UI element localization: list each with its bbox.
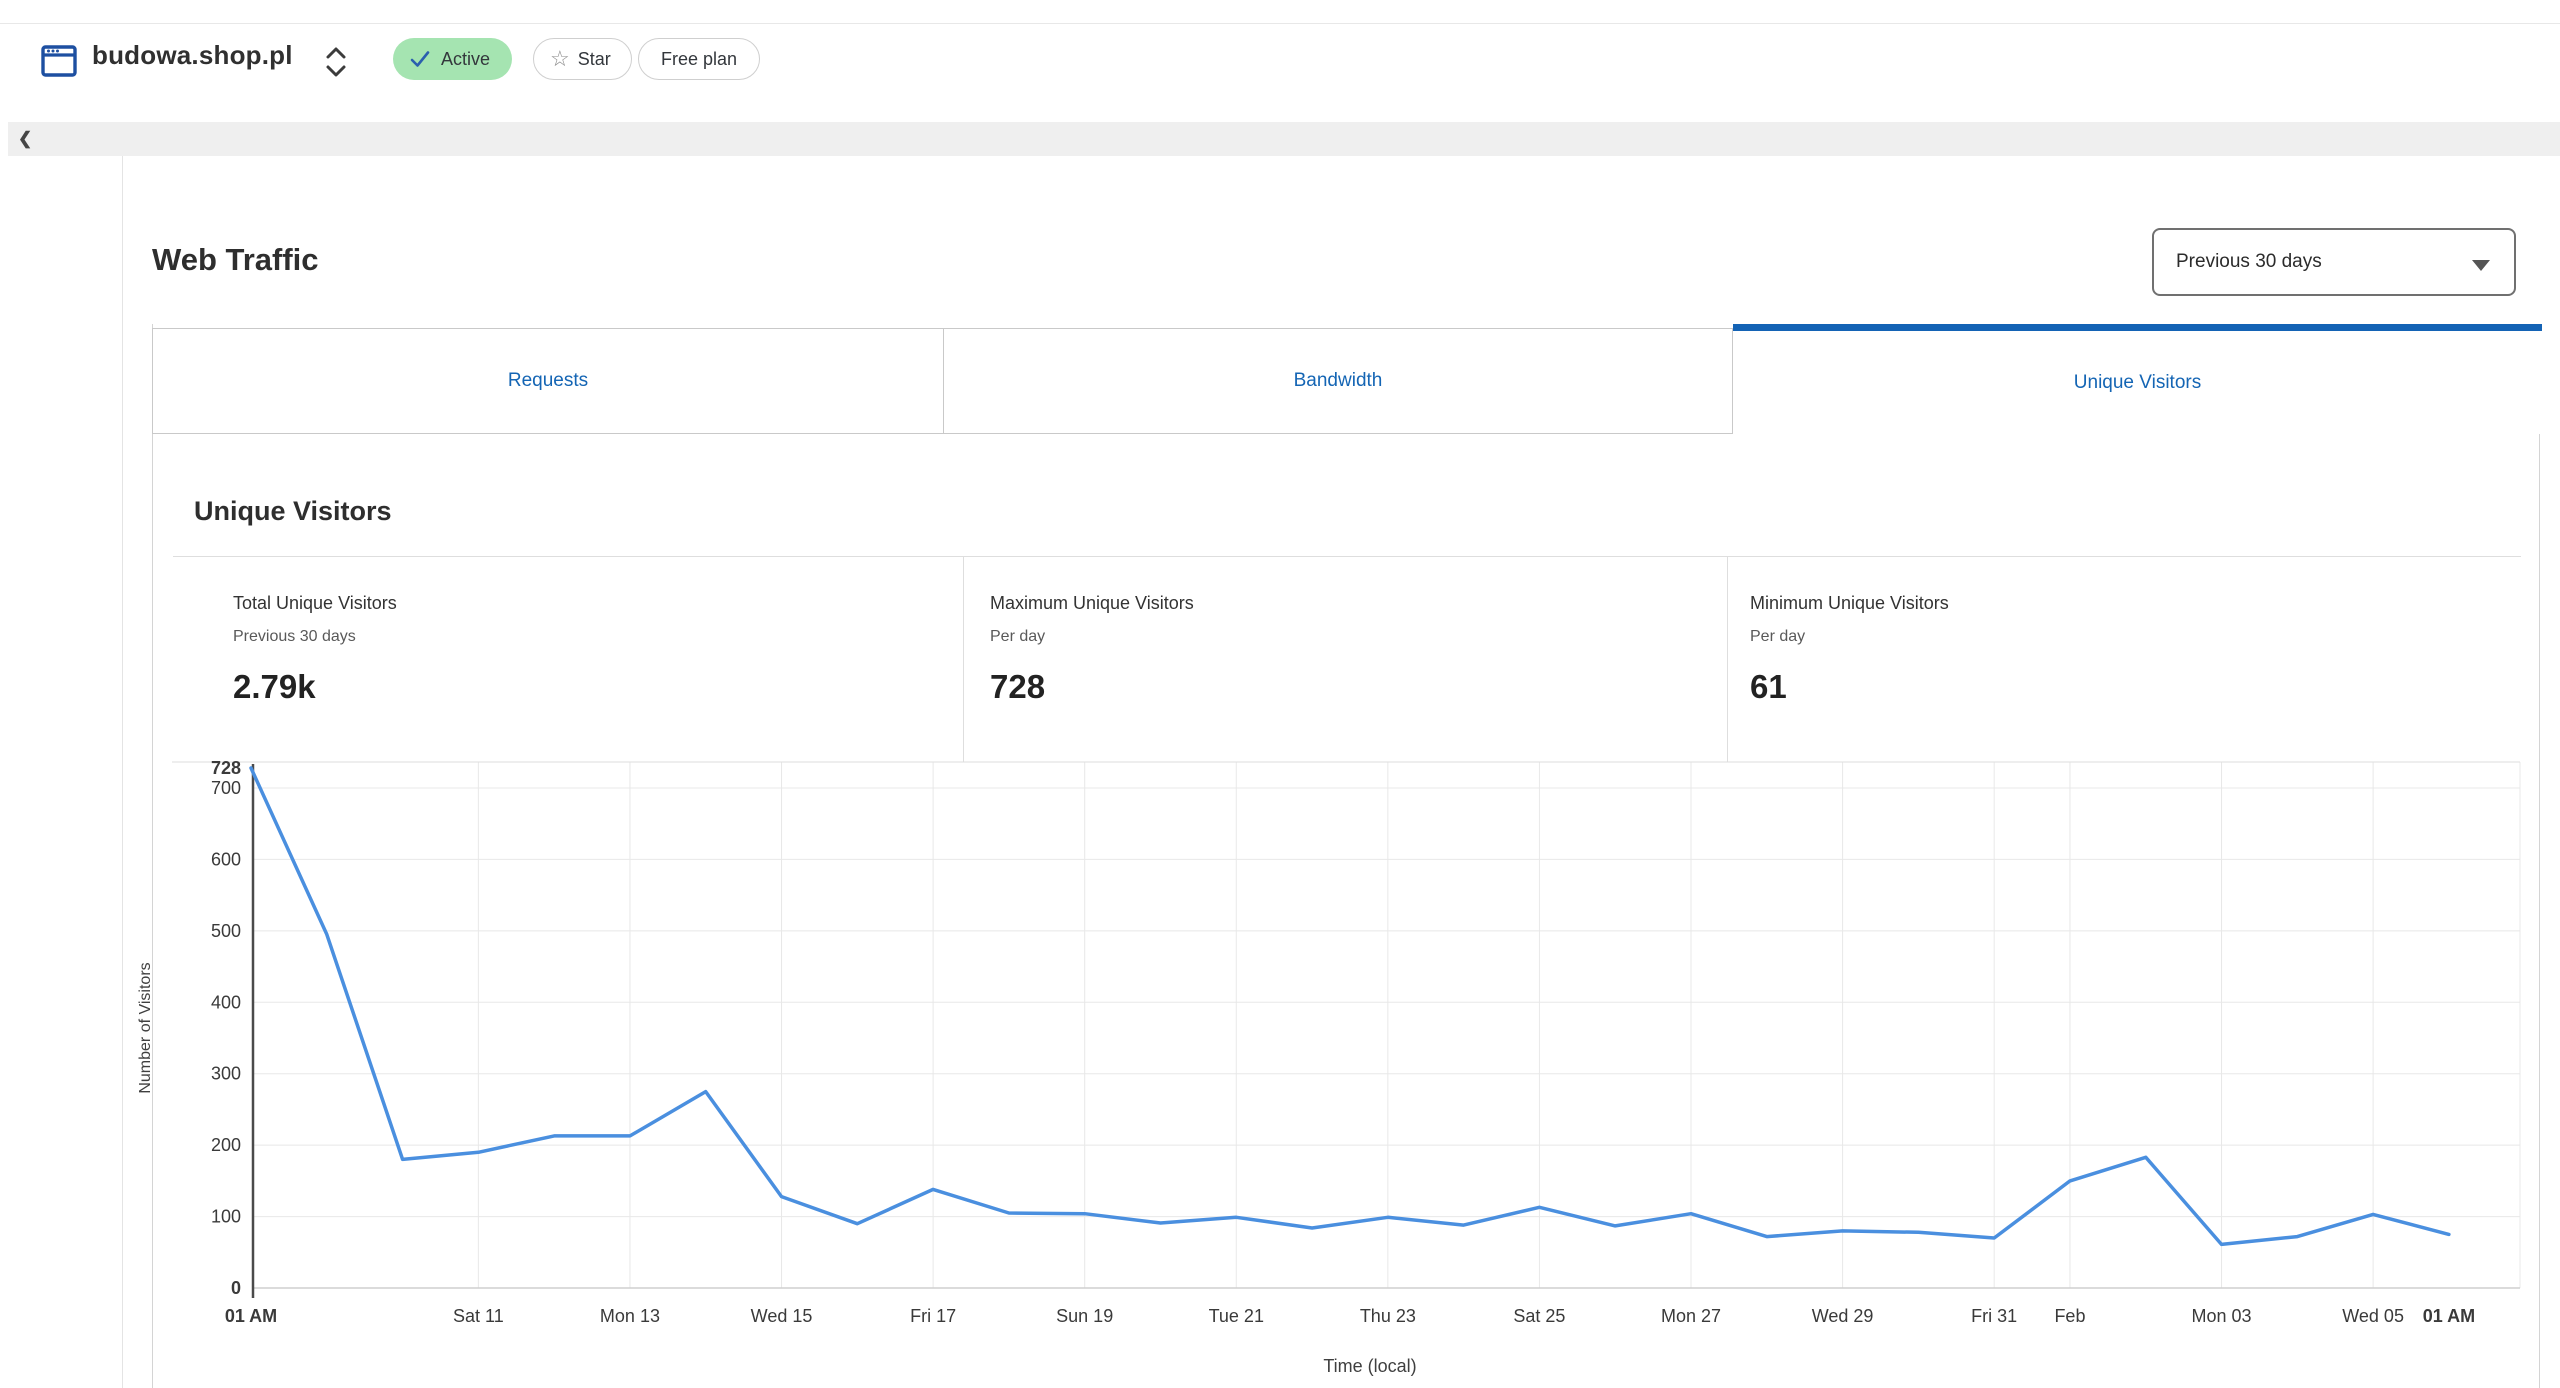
- page: budowa.shop.pl Active ☆ Star Free plan ❮…: [0, 0, 2560, 1388]
- browser-window-icon: [41, 45, 77, 77]
- collapse-bar: [8, 122, 2560, 156]
- stats-row: Total Unique Visitors Previous 30 days 2…: [173, 556, 2521, 762]
- tab-requests[interactable]: Requests: [152, 328, 944, 434]
- star-button-label: Star: [577, 48, 611, 69]
- stat-minimum-unique-visitors: Minimum Unique Visitors Per day 61: [1727, 557, 2521, 762]
- plan-badge-label: Free plan: [661, 48, 738, 69]
- stat-label: Total Unique Visitors: [233, 593, 397, 613]
- chevron-left-icon[interactable]: ❮: [18, 122, 32, 156]
- stat-sublabel: Per day: [1750, 628, 1806, 645]
- sidebar-edge-divider: [122, 156, 123, 1388]
- star-icon: ☆: [550, 46, 570, 71]
- page-title: Web Traffic: [152, 242, 319, 277]
- stat-sublabel: Previous 30 days: [233, 628, 356, 645]
- site-name: budowa.shop.pl: [92, 40, 293, 70]
- plan-badge: Free plan: [638, 38, 761, 80]
- tab-bar: Requests Bandwidth Unique Visitors: [152, 324, 2542, 434]
- stat-total-unique-visitors: Total Unique Visitors Previous 30 days 2…: [173, 557, 963, 762]
- tab-unique-visitors[interactable]: Unique Visitors: [1733, 324, 2542, 434]
- stat-label: Maximum Unique Visitors: [990, 593, 1194, 613]
- date-range-value: Previous 30 days: [2176, 251, 2322, 272]
- status-badge: Active: [393, 38, 513, 80]
- top-divider: [0, 23, 2560, 24]
- stat-value: 2.79k: [233, 668, 316, 705]
- tab-unique-visitors-label: Unique Visitors: [2073, 371, 2202, 393]
- stat-label: Minimum Unique Visitors: [1750, 593, 1949, 613]
- tab-requests-label: Requests: [507, 370, 589, 391]
- status-badge-label: Active: [441, 48, 491, 69]
- caret-down-icon: [2472, 260, 2490, 271]
- tab-bandwidth[interactable]: Bandwidth: [944, 328, 1733, 434]
- section-heading: Unique Visitors: [194, 496, 392, 526]
- stat-value: 61: [1750, 668, 1787, 705]
- star-button[interactable]: ☆ Star: [533, 38, 632, 80]
- date-range-select[interactable]: Previous 30 days: [2152, 228, 2516, 296]
- chevrons-up-down-icon[interactable]: [322, 44, 350, 80]
- traffic-panel: Requests Bandwidth Unique Visitors Uniqu…: [152, 324, 2542, 1388]
- tab-bandwidth-label: Bandwidth: [1293, 370, 1383, 391]
- stat-value: 728: [990, 668, 1046, 705]
- stat-maximum-unique-visitors: Maximum Unique Visitors Per day 728: [963, 557, 1727, 762]
- check-icon: [410, 51, 430, 67]
- stat-sublabel: Per day: [990, 628, 1046, 645]
